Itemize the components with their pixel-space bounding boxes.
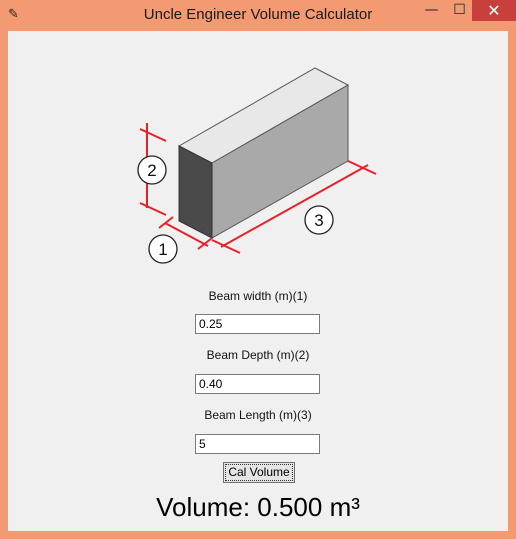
marker-3: 3 [304, 205, 334, 235]
marker-2-label: 2 [147, 161, 156, 180]
beam-depth-label: Beam Depth (m)(2) [206, 348, 310, 362]
depth-tick-top [139, 128, 167, 142]
width-tick-right [197, 237, 213, 250]
marker-2: 2 [137, 155, 167, 185]
client-area: 2 1 3 Beam width (m)(1) Beam Depth (m)(2… [8, 31, 508, 531]
length-tick-left [211, 239, 241, 254]
marker-3-label: 3 [314, 211, 323, 230]
title-bar[interactable]: ✎ Uncle Engineer Volume Calculator — ☐ ✕ [0, 0, 516, 31]
beam-depth-input[interactable] [195, 374, 320, 394]
app-window: ✎ Uncle Engineer Volume Calculator — ☐ ✕ [0, 0, 516, 539]
beam-length-input[interactable] [195, 434, 320, 454]
beam-width-input[interactable] [195, 314, 320, 334]
beam-length-label: Beam Length (m)(3) [204, 408, 312, 422]
marker-1: 1 [148, 234, 178, 264]
cal-volume-button-label: Cal Volume [225, 464, 293, 481]
cal-volume-button[interactable]: Cal Volume [223, 462, 295, 483]
maximize-button[interactable]: ☐ [446, 0, 473, 21]
marker-1-label: 1 [158, 240, 167, 259]
beam-diagram: 2 1 3 [137, 67, 377, 264]
length-tick-right [347, 160, 377, 175]
beam-width-label: Beam width (m)(1) [208, 289, 308, 303]
minimize-button[interactable]: — [418, 0, 445, 21]
depth-tick-bottom [139, 202, 167, 216]
close-button[interactable]: ✕ [472, 0, 516, 21]
volume-result: Volume: 0.500 m³ [156, 492, 360, 522]
